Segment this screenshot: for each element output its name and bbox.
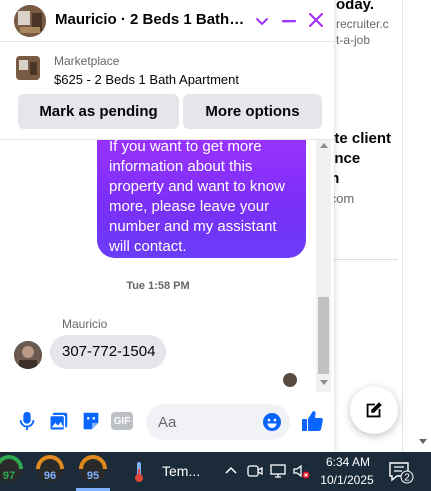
chat-header[interactable]: Mauricio · 2 Beds 1 Bath A... — [0, 0, 334, 42]
weather-label[interactable]: Tem... — [162, 463, 200, 479]
taskbar-app-icon[interactable]: 97 — [0, 455, 24, 488]
clock-date[interactable]: 10/1/2025 — [314, 473, 380, 487]
background-divider — [326, 259, 398, 260]
mark-as-pending-button[interactable]: Mark as pending — [18, 94, 179, 129]
marketplace-card: Marketplace $625 - 2 Beds 1 Bath Apartme… — [0, 42, 334, 140]
clock-time[interactable]: 6:34 AM — [320, 455, 376, 469]
photo-icon[interactable] — [48, 410, 70, 432]
sticker-icon[interactable] — [80, 410, 102, 432]
volume-muted-icon[interactable] — [292, 462, 310, 480]
composer: GIF — [0, 392, 334, 452]
chevron-up-icon[interactable] — [222, 462, 240, 480]
taskbar-app-icon[interactable]: 96 — [35, 455, 65, 488]
emoji-icon[interactable] — [262, 412, 282, 432]
outgoing-message[interactable]: If you want to get more information abou… — [97, 140, 306, 258]
app-badge: 95 — [87, 470, 99, 482]
background-text[interactable]: oday. — [336, 0, 374, 13]
background-text[interactable]: recruiter.c — [336, 17, 389, 31]
message-list[interactable]: If you want to get more information abou… — [0, 140, 316, 392]
scroll-down-arrow-icon[interactable] — [419, 439, 427, 444]
camera-icon[interactable] — [246, 462, 264, 480]
read-receipt-avatar — [283, 373, 297, 387]
thumbs-up-icon[interactable] — [300, 409, 324, 433]
thermometer-icon[interactable] — [130, 460, 148, 484]
listing-title[interactable]: $625 - 2 Beds 1 Bath Apartment — [54, 72, 239, 87]
background-divider — [402, 0, 403, 452]
marketplace-label: Marketplace — [54, 54, 120, 68]
avatar[interactable] — [14, 5, 46, 37]
avatar[interactable] — [14, 341, 42, 369]
message-timestamp: Tue 1:58 PM — [126, 280, 190, 292]
notification-icon[interactable]: 2 — [388, 460, 414, 484]
close-icon[interactable] — [306, 10, 326, 30]
scrollbar[interactable] — [316, 140, 331, 392]
compose-icon — [366, 402, 382, 418]
minimize-icon[interactable] — [279, 11, 299, 31]
scroll-up-arrow-icon[interactable] — [320, 143, 328, 148]
new-message-button[interactable] — [350, 386, 398, 434]
taskbar-app-icon[interactable]: 95 — [78, 455, 108, 488]
chevron-down-icon[interactable] — [254, 13, 270, 29]
app-badge: 96 — [44, 470, 56, 482]
app-badge: 97 — [3, 470, 15, 482]
background-text[interactable]: t-a-job — [336, 33, 370, 47]
listing-thumbnail[interactable] — [16, 56, 40, 80]
gif-icon[interactable]: GIF — [111, 412, 133, 430]
taskbar: 97 96 95 Tem... 6:34 AM 10/1/2025 2 — [0, 452, 431, 491]
incoming-message[interactable]: 307-772-1504 — [50, 335, 166, 369]
more-options-button[interactable]: More options — [183, 94, 322, 129]
chat-window: Mauricio · 2 Beds 1 Bath A... Marketplac… — [0, 0, 334, 452]
notification-count: 2 — [404, 473, 410, 484]
microphone-icon[interactable] — [16, 410, 38, 432]
scroll-down-arrow-icon[interactable] — [320, 380, 328, 385]
network-icon[interactable] — [269, 462, 287, 480]
background-text[interactable]: ete client — [326, 130, 391, 147]
sender-name: Mauricio — [62, 317, 108, 331]
chat-title[interactable]: Mauricio · 2 Beds 1 Bath A... — [55, 11, 247, 28]
scrollbar-thumb[interactable] — [318, 297, 329, 374]
